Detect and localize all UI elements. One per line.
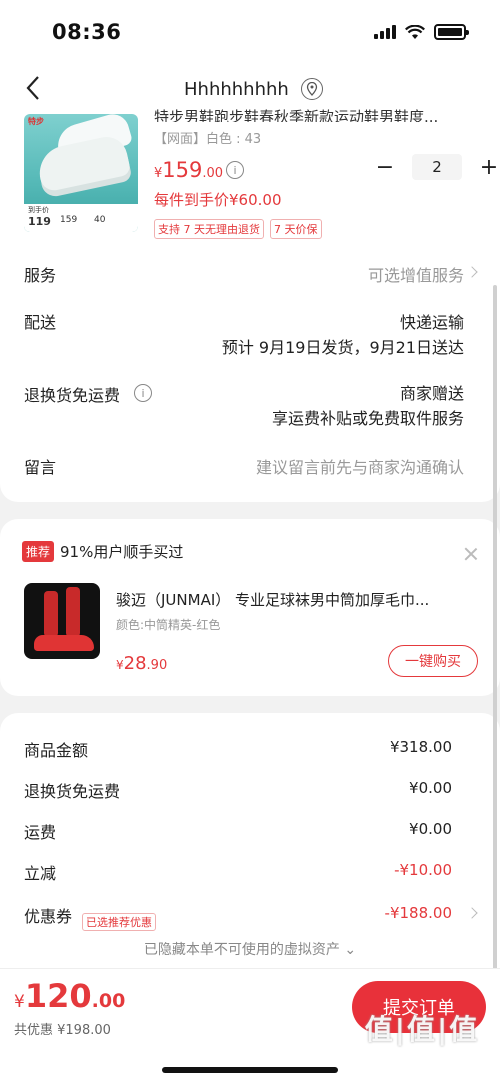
service-label: 服务 xyxy=(24,266,57,285)
service-tags: 支持 7 天无理由退货 7 天价保 xyxy=(154,219,322,239)
return-info-icon[interactable]: i xyxy=(134,384,152,402)
back-icon[interactable] xyxy=(18,72,48,104)
note-input[interactable]: 建议留言前先与商家沟通确认 xyxy=(256,454,464,478)
total-price: ¥ 120 .00 xyxy=(14,977,125,1015)
scrollbar[interactable] xyxy=(493,285,497,985)
coupon-label: 优惠券 xyxy=(24,907,73,926)
price-info-icon[interactable]: i xyxy=(226,161,244,179)
return-label: 退换货免运费 xyxy=(24,386,121,405)
watermark: 值|值|值 zhizhizhi.com xyxy=(352,1008,492,1061)
wifi-icon xyxy=(405,24,425,39)
price-currency: ¥ xyxy=(154,166,163,181)
total-currency: ¥ xyxy=(14,992,25,1012)
goods-amount-label: 商品金额 xyxy=(24,741,89,760)
quantity-value[interactable]: 2 xyxy=(412,154,462,180)
rec-price-decimal: .90 xyxy=(146,658,168,673)
product-variant[interactable]: 【网面】白色 : 43 xyxy=(154,128,261,147)
one-click-buy-button[interactable]: 一键购买 xyxy=(388,645,478,677)
product-image-price-strip: 到手价 119 159 40 xyxy=(24,204,138,232)
hidden-assets-toggle[interactable]: 已隐藏本单不可使用的虚拟资产 ⌄ xyxy=(0,939,500,959)
product-image[interactable]: 特步 到手价 119 159 40 xyxy=(24,114,138,232)
decrease-button[interactable]: − xyxy=(372,154,398,180)
watermark-logo: 值|值|值 xyxy=(364,1013,480,1046)
strip-discount: 40 xyxy=(94,215,106,225)
discount-label: 立减 xyxy=(24,864,57,883)
status-time: 08:36 xyxy=(52,20,122,44)
status-bar: 08:36 xyxy=(0,0,500,64)
rec-price-integer: 28 xyxy=(123,653,147,674)
watermark-url: zhizhizhi.com xyxy=(384,1048,460,1061)
rec-price-currency: ¥ xyxy=(116,658,124,672)
price-integer: 159 xyxy=(162,158,203,182)
tag-return: 支持 7 天无理由退货 xyxy=(154,219,264,239)
return-value-2: 享运费补贴或免费取件服务 xyxy=(271,409,464,428)
product-price: ¥ 159 .00 xyxy=(154,158,223,182)
nav-title-group[interactable]: Hhhhhhhhh xyxy=(184,78,323,100)
home-indicator[interactable] xyxy=(162,1067,338,1073)
order-card: 特步 到手价 119 159 40 特步男鞋跑步鞋春秋季新款运动鞋男鞋度... … xyxy=(0,108,500,502)
coupon-chevron-icon[interactable] xyxy=(466,907,478,919)
recommend-product-variant: 颜色:中筒精英-红色 xyxy=(116,618,221,632)
service-value[interactable]: 可选增值服务 xyxy=(368,262,464,286)
goods-amount-value: ¥318.00 xyxy=(389,738,452,756)
return-fee-value: ¥0.00 xyxy=(409,779,452,797)
recommend-price: ¥ 28 .90 xyxy=(116,653,167,674)
recommend-badge: 推荐 xyxy=(22,541,55,562)
cellular-signal-icon xyxy=(374,25,396,39)
recommend-product-name[interactable]: 骏迈（JUNMAI） 专业足球袜男中筒加厚毛巾... xyxy=(116,589,476,610)
discount-value: -¥10.00 xyxy=(394,861,452,879)
price-decimal: .00 xyxy=(202,166,224,181)
strip-final-price: 119 xyxy=(28,215,51,228)
shipping-value: ¥0.00 xyxy=(409,820,452,838)
recommendation-card: 推荐 91%用户顺手买过 骏迈（JUNMAI） 专业足球袜男中筒加厚毛巾... … xyxy=(0,519,500,696)
nav-bar: Hhhhhhhhh xyxy=(0,64,500,112)
close-icon[interactable] xyxy=(464,547,478,561)
quantity-stepper: − 2 + xyxy=(372,154,500,180)
service-chevron-icon[interactable] xyxy=(466,266,478,278)
return-value-1: 商家赠送 xyxy=(399,384,464,403)
price-summary-card: 商品金额 ¥318.00 退换货免运费 ¥0.00 运费 ¥0.00 立减 -¥… xyxy=(0,713,500,983)
recommend-title: 91%用户顺手买过 xyxy=(60,543,184,561)
product-title[interactable]: 特步男鞋跑步鞋春秋季新款运动鞋男鞋度... xyxy=(154,106,484,122)
total-decimal: .00 xyxy=(91,990,126,1012)
total-integer: 120 xyxy=(24,977,92,1015)
note-label: 留言 xyxy=(24,458,57,477)
location-icon xyxy=(300,78,323,100)
strip-label: 到手价 xyxy=(28,206,49,214)
battery-icon xyxy=(434,24,469,40)
return-fee-label: 退换货免运费 xyxy=(24,782,121,801)
coupon-tag: 已选推荐优惠 xyxy=(82,913,156,931)
strip-original-price: 159 xyxy=(60,215,78,225)
total-saved[interactable]: 共优惠 ¥198.00 xyxy=(14,1019,111,1038)
unit-final-price: 每件到手价¥60.00 xyxy=(154,191,282,209)
tag-price-protect: 7 天价保 xyxy=(270,219,322,239)
coupon-value[interactable]: -¥188.00 xyxy=(385,904,452,922)
delivery-method[interactable]: 快递运输 xyxy=(400,309,464,333)
delivery-label: 配送 xyxy=(24,313,57,332)
brand-logo: 特步 xyxy=(28,117,44,126)
recommend-product-image[interactable] xyxy=(24,583,100,659)
page-title: Hhhhhhhhh xyxy=(184,78,289,100)
delivery-eta: 预计 9月19日发货，9月21日送达 xyxy=(221,338,464,357)
increase-button[interactable]: + xyxy=(476,154,500,180)
status-icons xyxy=(374,24,469,40)
shipping-label: 运费 xyxy=(24,823,57,842)
